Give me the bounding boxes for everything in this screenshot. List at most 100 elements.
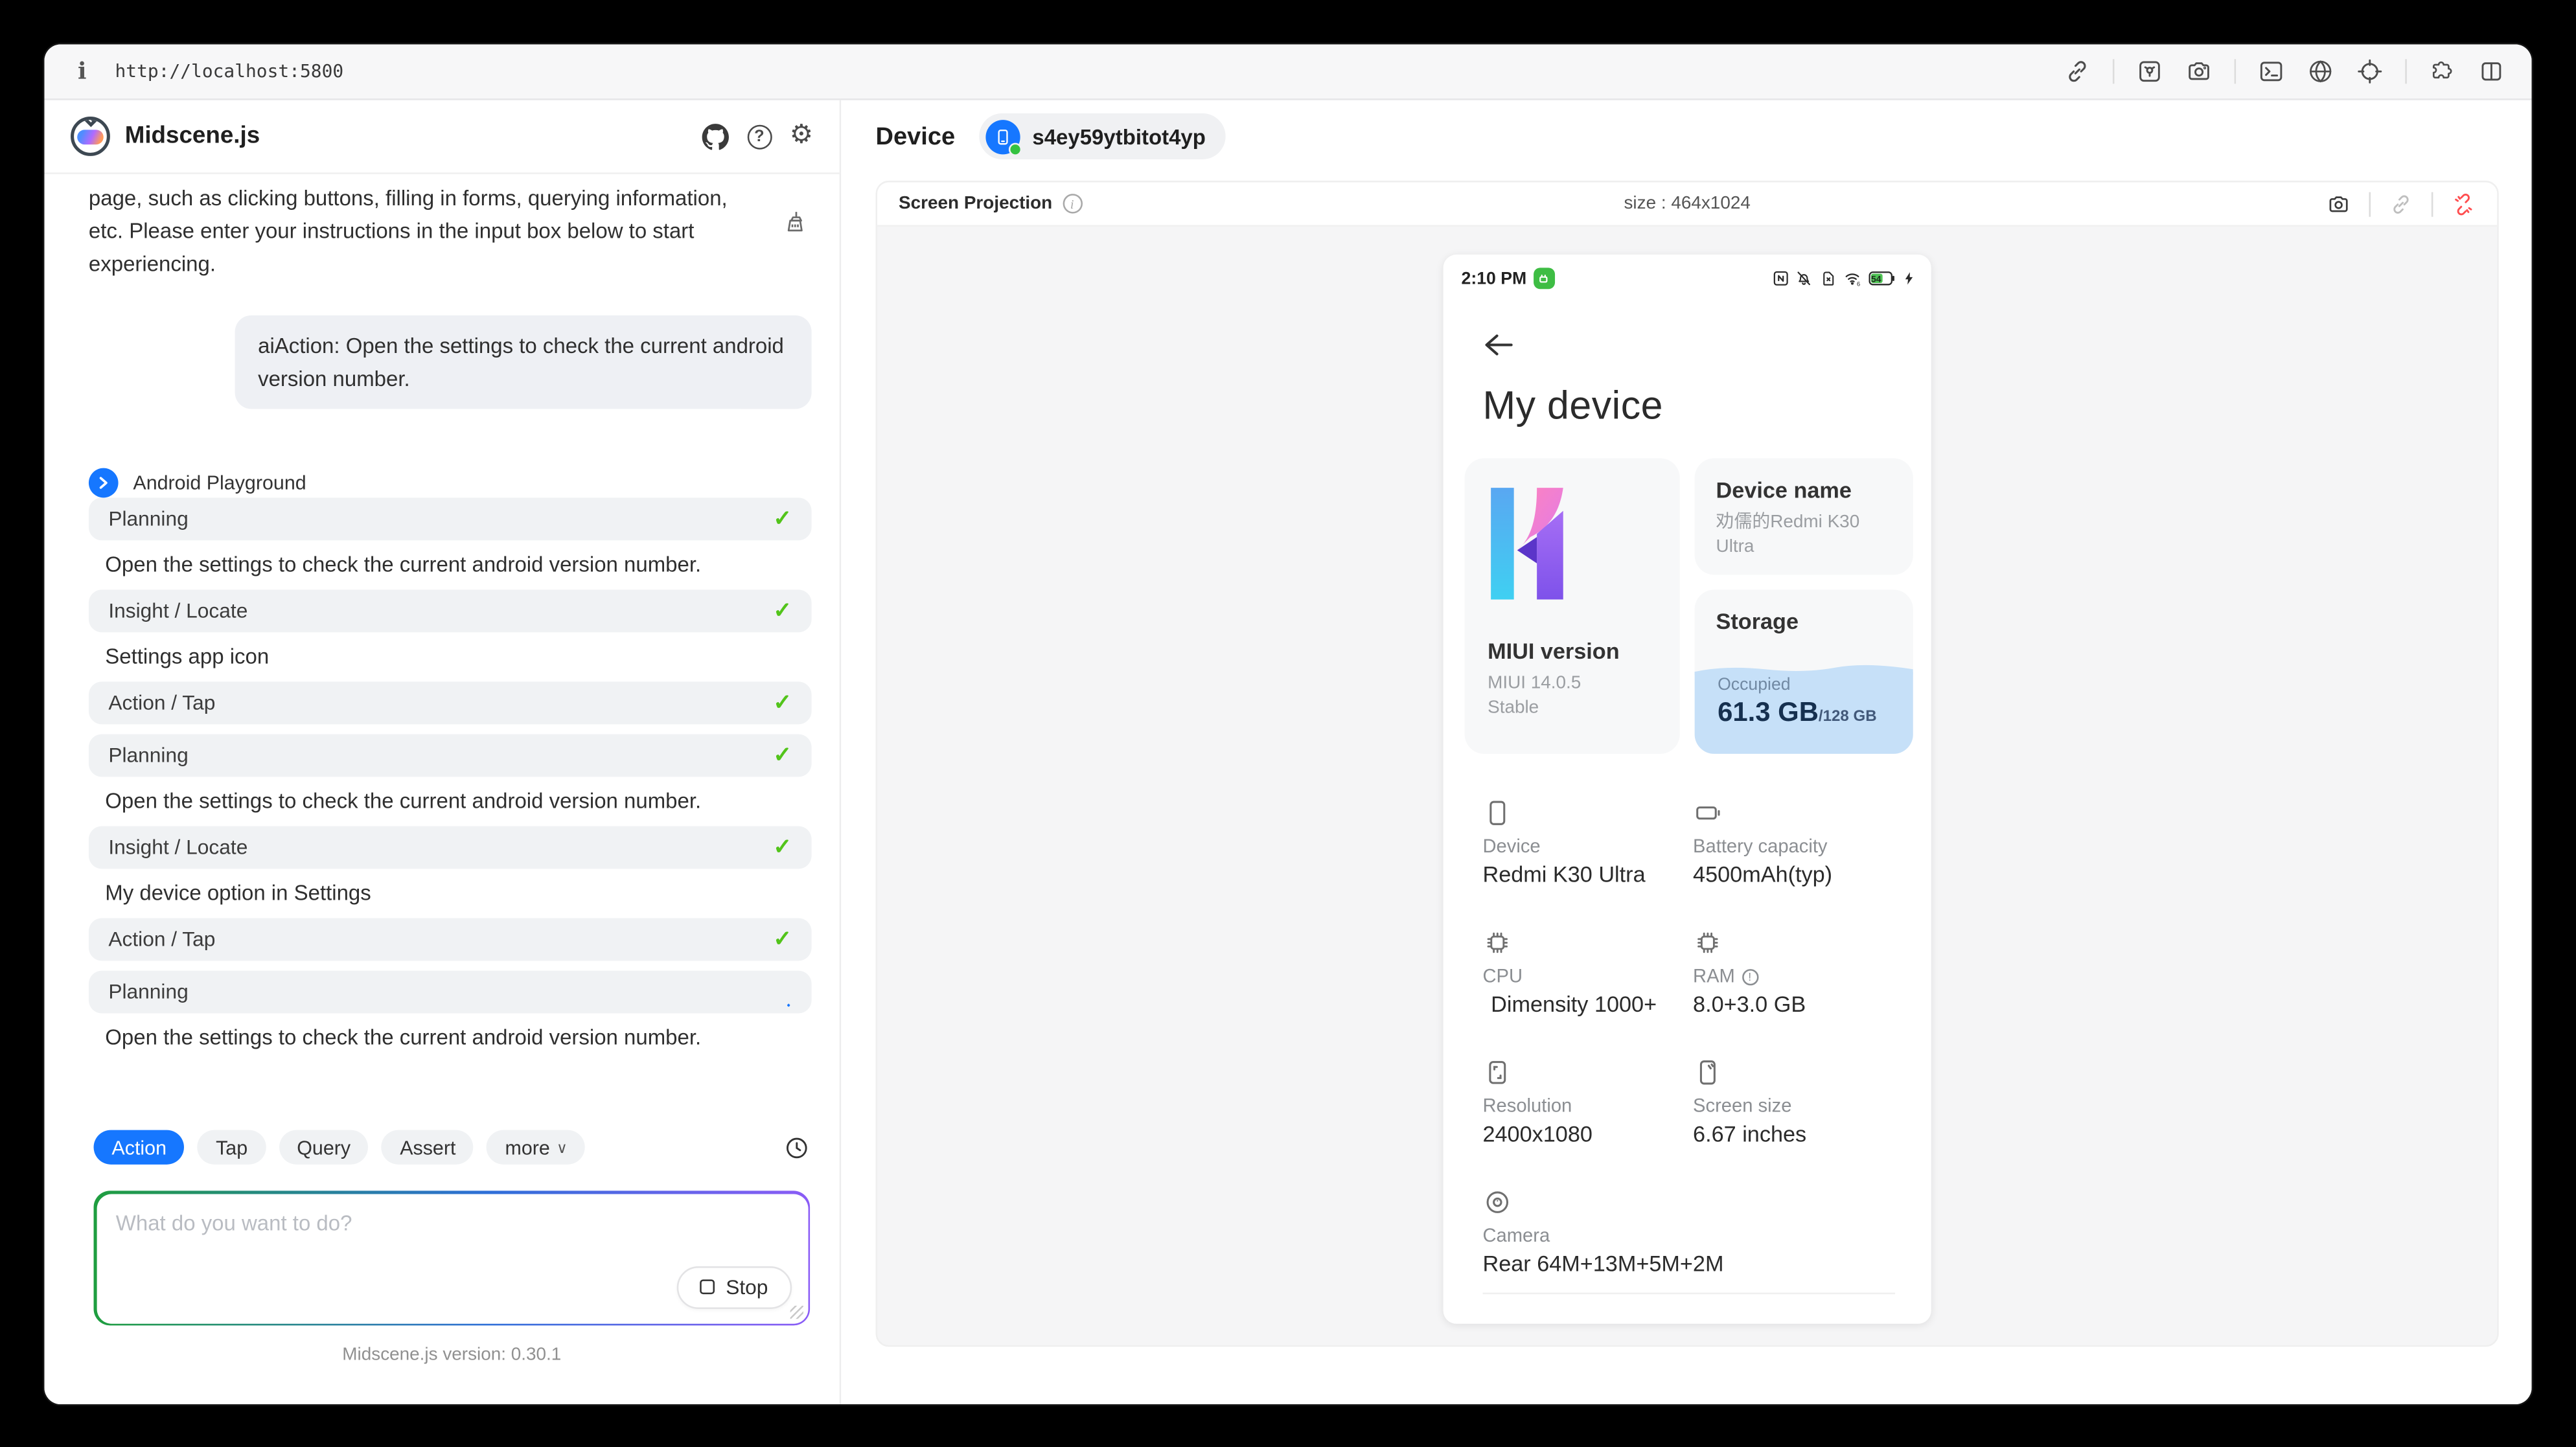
screen-size-icon — [1693, 1058, 1723, 1088]
loading-spinner-icon — [785, 978, 792, 1008]
check-icon: ✓ — [774, 927, 792, 953]
composer: Action Tap Query Assert more∨ What do yo… — [44, 1130, 839, 1404]
timeline-note: Settings app icon — [105, 644, 808, 669]
spec-battery: Battery capacity 4500mAh(typ) — [1693, 798, 1915, 887]
extensions-icon[interactable] — [2428, 58, 2456, 85]
check-icon: ✓ — [774, 743, 792, 769]
tab-assert[interactable]: Assert — [382, 1130, 474, 1165]
playground-label: Android Playground — [133, 472, 306, 496]
clear-broom-icon[interactable] — [782, 209, 809, 235]
device-name-card[interactable]: Device name 劝儒的Redmi K30 Ultra — [1695, 458, 1913, 575]
history-clock-icon[interactable] — [784, 1134, 811, 1161]
online-status-dot — [1009, 142, 1022, 155]
github-icon[interactable] — [701, 122, 729, 150]
mode-tabs: Action Tap Query Assert more∨ — [94, 1130, 811, 1165]
resize-handle[interactable] — [789, 1305, 802, 1318]
battery-icon: 54 — [1868, 269, 1896, 288]
timeline-step[interactable]: Insight / Locate✓ — [89, 590, 812, 633]
globe-icon[interactable] — [2306, 58, 2334, 85]
timeline-step[interactable]: Action / Tap✓ — [89, 682, 812, 725]
spec-device: Device Redmi K30 Ultra — [1482, 798, 1693, 887]
tab-action[interactable]: Action — [94, 1130, 185, 1165]
chevron-down-icon: ∨ — [557, 1140, 568, 1158]
status-time: 2:10 PM — [1462, 269, 1527, 288]
phone-page-title: My device — [1443, 358, 1931, 431]
version-text: Midscene.js version: 0.30.1 — [94, 1345, 811, 1365]
storage-card[interactable]: Storage Occupied 61.3 GB/128 GB — [1695, 589, 1913, 754]
split-view-icon[interactable] — [2478, 58, 2505, 85]
tab-query[interactable]: Query — [279, 1130, 369, 1165]
camera-icon[interactable] — [2185, 58, 2213, 85]
app-title: Midscene.js — [125, 123, 260, 150]
stop-button[interactable]: Stop — [676, 1266, 791, 1308]
wifi6-icon: 6 — [1843, 269, 1862, 288]
image-icon[interactable] — [2135, 58, 2163, 85]
sidebar-scroll-area[interactable]: page, such as clicking buttons, filling … — [44, 174, 839, 1130]
locator-icon[interactable] — [2356, 58, 2384, 85]
timeline-note: Open the settings to check the current a… — [105, 789, 808, 814]
resolution-icon — [1482, 1058, 1512, 1088]
projection-actions — [2327, 191, 2476, 216]
miui-14-logo — [1488, 484, 1599, 603]
timeline-step[interactable]: Planning✓ — [89, 735, 812, 778]
timeline-note: Open the settings to check the current a… — [105, 1025, 808, 1050]
play-icon — [89, 469, 119, 499]
screen: i http://localhost:5800 Midscene.js ? — [0, 0, 2576, 1447]
check-icon: ✓ — [774, 835, 792, 861]
screenshot-camera-icon[interactable] — [2327, 191, 2351, 216]
phone-bottom-divider — [1482, 1293, 1894, 1295]
device-name-title: Device name — [1716, 478, 1892, 503]
miui-card-title: MIUI version — [1488, 639, 1657, 663]
input-placeholder: What do you want to do? — [116, 1210, 788, 1235]
link-icon[interactable] — [2064, 58, 2091, 85]
link-connected-icon[interactable] — [2389, 191, 2413, 216]
playground-header: Android Playground — [89, 469, 812, 499]
projection-header: size : 464x1024 Screen Projection i — [877, 182, 2497, 226]
toolbar-divider — [2405, 59, 2407, 84]
page-info-icon[interactable]: i — [71, 58, 94, 85]
mute-bell-icon — [1795, 269, 1813, 288]
projection-size: size : 464x1024 — [877, 194, 2497, 213]
miui-card-subtitle: MIUI 14.0.5 Stable — [1488, 672, 1603, 722]
timeline-note: My device option in Settings — [105, 881, 808, 906]
no-sim-icon — [1819, 269, 1837, 288]
charging-badge-icon — [1533, 268, 1554, 289]
projection-divider — [2432, 191, 2433, 216]
timeline-step[interactable]: Planning✓ — [89, 498, 812, 541]
miui-version-card[interactable]: MIUI version MIUI 14.0.5 Stable — [1465, 458, 1680, 753]
phone-screen[interactable]: 2:10 PM 6 54 — [1443, 255, 1931, 1324]
back-arrow-icon[interactable] — [1482, 332, 1513, 358]
screen-projection-panel: size : 464x1024 Screen Projection i 2:10… — [876, 181, 2499, 1347]
storage-occupied-value: 61.3 GB/128 GB — [1718, 698, 1877, 729]
check-icon: ✓ — [774, 690, 792, 717]
app-window: i http://localhost:5800 Midscene.js ? — [44, 44, 2531, 1404]
instruction-input-border: What do you want to do? Stop — [94, 1191, 811, 1325]
settings-gear-icon[interactable]: ⚙ — [790, 123, 813, 150]
timeline-step[interactable]: Planning — [89, 972, 812, 1014]
charging-bolt-icon — [1902, 269, 1916, 288]
terminal-icon[interactable] — [2257, 58, 2285, 85]
ram-info-icon[interactable]: ! — [1742, 969, 1758, 985]
instruction-input[interactable]: What do you want to do? Stop — [96, 1193, 807, 1323]
help-icon[interactable]: ? — [747, 124, 772, 148]
browser-toolbar — [2064, 58, 2505, 85]
toolbar-divider — [2113, 59, 2115, 84]
tab-more[interactable]: more∨ — [487, 1130, 586, 1165]
timeline-note: Open the settings to check the current a… — [105, 553, 808, 577]
toolbar-divider — [2235, 59, 2237, 84]
timeline-step[interactable]: Action / Tap✓ — [89, 919, 812, 962]
nfc-icon — [1771, 269, 1789, 288]
device-panel: Device s4ey59ytbitot4yp size : 464x1024 … — [841, 100, 2531, 1404]
device-badge[interactable]: s4ey59ytbitot4yp — [980, 113, 1225, 159]
device-header: Device s4ey59ytbitot4yp — [841, 100, 2531, 173]
camera-lens-icon — [1482, 1187, 1512, 1217]
url-text[interactable]: http://localhost:5800 — [115, 61, 344, 82]
tab-tap[interactable]: Tap — [198, 1130, 266, 1165]
timeline-step[interactable]: Insight / Locate✓ — [89, 827, 812, 870]
svg-text:54: 54 — [1870, 274, 1881, 284]
battery-outline-icon — [1693, 798, 1723, 828]
user-message-card: aiAction: Open the settings to check the… — [235, 316, 812, 410]
disconnect-broken-link-icon[interactable] — [2451, 191, 2476, 216]
storage-fill: Occupied 61.3 GB/128 GB — [1695, 660, 1913, 754]
device-panel-title: Device — [876, 122, 956, 150]
